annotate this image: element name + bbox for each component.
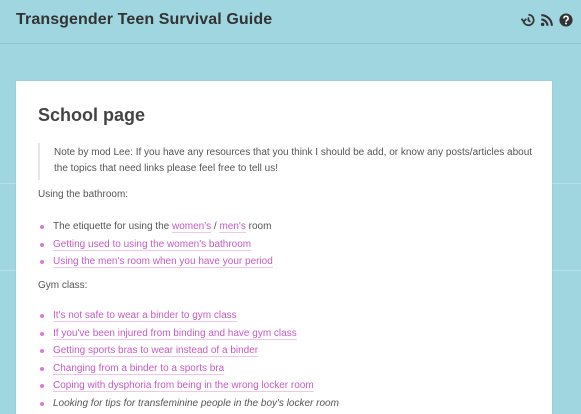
mens-room-link[interactable]: men's <box>219 221 246 233</box>
site-header: Transgender Teen Survival Guide <box>0 0 581 44</box>
gym-link[interactable]: Coping with dysphoria from being in the … <box>53 380 314 392</box>
list-item-text: Looking for tips for transfeminine peopl… <box>53 397 339 409</box>
list-item: If you've been injured from binding and … <box>38 325 339 343</box>
mod-note: Note by mod Lee: If you have any resourc… <box>38 143 534 180</box>
bathroom-link[interactable]: Getting used to using the women's bathro… <box>53 238 252 251</box>
content-card: School page Note by mod Lee: If you have… <box>16 81 552 414</box>
bathroom-list: The etiquette for using the women's / me… <box>38 218 273 271</box>
rss-icon[interactable] <box>540 13 554 27</box>
page-title: School page <box>38 105 146 125</box>
history-icon[interactable] <box>521 13 535 27</box>
list-item: Using the men's room when you have your … <box>38 253 273 271</box>
list-item-text: The etiquette for using the <box>53 221 172 232</box>
header-icons <box>521 13 573 27</box>
bathroom-link[interactable]: Using the men's room when you have your … <box>53 256 273 268</box>
gym-link[interactable]: If you've been injured from binding and … <box>53 327 297 340</box>
gym-link[interactable]: Changing from a binder to a sports bra <box>53 362 225 375</box>
section-label-bathroom: Using the bathroom: <box>38 189 129 200</box>
section-label-gym: Gym class: <box>38 280 88 291</box>
help-icon[interactable] <box>559 13 573 27</box>
list-item-text: room <box>245 221 272 232</box>
site-title[interactable]: Transgender Teen Survival Guide <box>16 11 272 29</box>
list-item: Getting sports bras to wear instead of a… <box>38 342 339 360</box>
womens-room-link[interactable]: women's <box>171 221 212 233</box>
list-item: It's not safe to wear a binder to gym cl… <box>38 307 339 325</box>
list-item: Changing from a binder to a sports bra <box>38 360 339 378</box>
gym-link[interactable]: It's not safe to wear a binder to gym cl… <box>53 310 237 322</box>
list-item: Looking for tips for transfeminine peopl… <box>38 395 339 413</box>
list-item: Coping with dysphoria from being in the … <box>38 377 339 395</box>
list-item: Getting used to using the women's bathro… <box>38 236 273 254</box>
list-item: The etiquette for using the women's / me… <box>38 218 273 236</box>
gym-link[interactable]: Getting sports bras to wear instead of a… <box>53 345 259 357</box>
gym-list: It's not safe to wear a binder to gym cl… <box>38 307 339 412</box>
